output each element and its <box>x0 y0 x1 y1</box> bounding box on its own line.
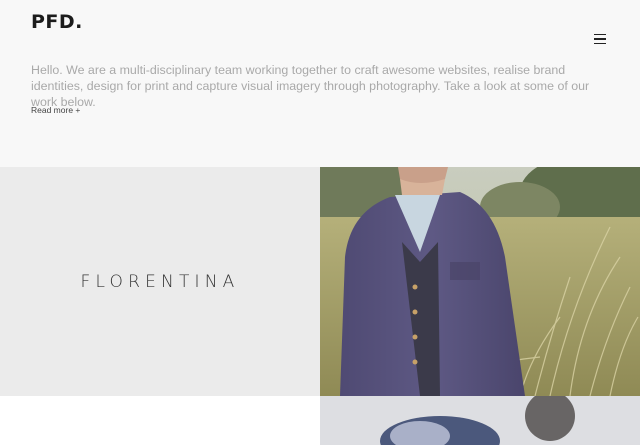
portfolio-tile-photo[interactable] <box>320 167 640 396</box>
portfolio-tile-label: FLORENTINA <box>80 271 240 292</box>
site-logo[interactable]: PFD. <box>31 11 83 33</box>
intro-text: Hello. We are a multi-disciplinary team … <box>31 63 590 109</box>
read-more-link[interactable]: Read more + <box>31 105 80 115</box>
portfolio-tile-florentina[interactable]: FLORENTINA <box>0 167 320 396</box>
portfolio-tile-blank[interactable] <box>0 396 320 445</box>
menu-line <box>594 42 606 45</box>
menu-line <box>594 38 606 40</box>
menu-line <box>594 33 606 36</box>
portfolio-photo <box>320 167 640 396</box>
portfolio-tile-photo-2[interactable] <box>320 396 640 445</box>
hamburger-menu-icon[interactable] <box>588 28 612 50</box>
site-header: PFD. Hello. We are a multi-disciplinary … <box>0 0 640 167</box>
portfolio-photo-2 <box>320 396 640 445</box>
